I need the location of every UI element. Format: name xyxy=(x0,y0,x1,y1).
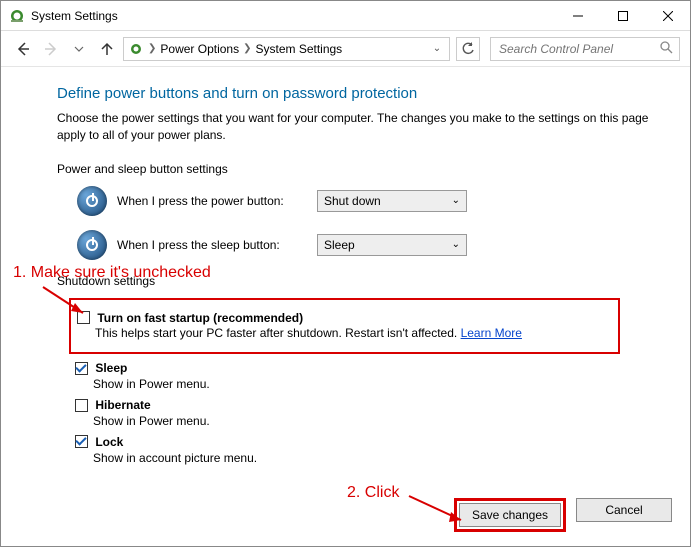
breadcrumb[interactable]: ❯ Power Options ❯ System Settings ⌄ xyxy=(123,37,450,61)
sleep-button-icon xyxy=(77,230,107,260)
minimize-button[interactable] xyxy=(555,1,600,30)
fast-startup-label: Turn on fast startup (recommended) xyxy=(97,310,303,324)
back-button[interactable] xyxy=(11,37,35,61)
sleep-desc: Show in Power menu. xyxy=(93,377,660,391)
search-input[interactable] xyxy=(497,41,673,57)
close-button[interactable] xyxy=(645,1,690,30)
button-row: Save changes Cancel xyxy=(454,498,672,532)
chevron-right-icon: ❯ xyxy=(241,43,253,54)
page-description: Choose the power settings that you want … xyxy=(57,110,660,144)
lock-checkbox[interactable] xyxy=(75,435,88,448)
power-button-icon xyxy=(77,186,107,216)
chevron-down-icon: ⌄ xyxy=(452,195,460,206)
annotation-step2: 2. Click xyxy=(347,484,399,502)
search-box[interactable] xyxy=(490,37,680,61)
maximize-button[interactable] xyxy=(600,1,645,30)
annotation-arrow-icon xyxy=(37,285,97,325)
breadcrumb-item[interactable]: System Settings xyxy=(255,42,342,56)
select-value: Shut down xyxy=(324,194,381,208)
recent-dropdown[interactable] xyxy=(67,37,91,61)
hibernate-label: Hibernate xyxy=(95,398,150,412)
sleep-button-select[interactable]: Sleep ⌄ xyxy=(317,234,467,256)
chevron-right-icon: ❯ xyxy=(146,43,158,54)
refresh-button[interactable] xyxy=(456,37,480,61)
power-button-select[interactable]: Shut down ⌄ xyxy=(317,190,467,212)
lock-label: Lock xyxy=(95,435,123,449)
annotation-highlight-box: Turn on fast startup (recommended) This … xyxy=(69,298,620,355)
select-value: Sleep xyxy=(324,238,355,252)
toolbar: ❯ Power Options ❯ System Settings ⌄ xyxy=(1,31,690,67)
app-icon xyxy=(9,8,25,24)
learn-more-link[interactable]: Learn More xyxy=(461,326,522,340)
sleep-checkbox[interactable] xyxy=(75,362,88,375)
sleep-button-row: When I press the sleep button: Sleep ⌄ xyxy=(77,230,660,260)
section-power-sleep: Power and sleep button settings xyxy=(57,162,660,176)
titlebar: System Settings xyxy=(1,1,690,31)
annotation-step1: 1. Make sure it's unchecked xyxy=(13,264,211,282)
annotation-arrow-icon xyxy=(405,492,475,532)
search-icon xyxy=(660,41,673,57)
page-heading: Define power buttons and turn on passwor… xyxy=(57,85,660,102)
chevron-down-icon[interactable]: ⌄ xyxy=(429,43,445,54)
breadcrumb-item[interactable]: Power Options xyxy=(160,42,239,56)
fast-startup-desc: This helps start your PC faster after sh… xyxy=(95,326,461,340)
power-button-label: When I press the power button: xyxy=(117,194,307,208)
cancel-button[interactable]: Cancel xyxy=(576,498,672,522)
hibernate-checkbox[interactable] xyxy=(75,399,88,412)
power-options-icon xyxy=(128,41,144,57)
sleep-button-label: When I press the sleep button: xyxy=(117,238,307,252)
window-title: System Settings xyxy=(31,9,118,23)
lock-desc: Show in account picture menu. xyxy=(93,451,660,465)
power-button-row: When I press the power button: Shut down… xyxy=(77,186,660,216)
up-button[interactable] xyxy=(95,37,119,61)
hibernate-desc: Show in Power menu. xyxy=(93,414,660,428)
chevron-down-icon: ⌄ xyxy=(452,239,460,250)
sleep-label: Sleep xyxy=(95,361,127,375)
forward-button xyxy=(39,37,63,61)
